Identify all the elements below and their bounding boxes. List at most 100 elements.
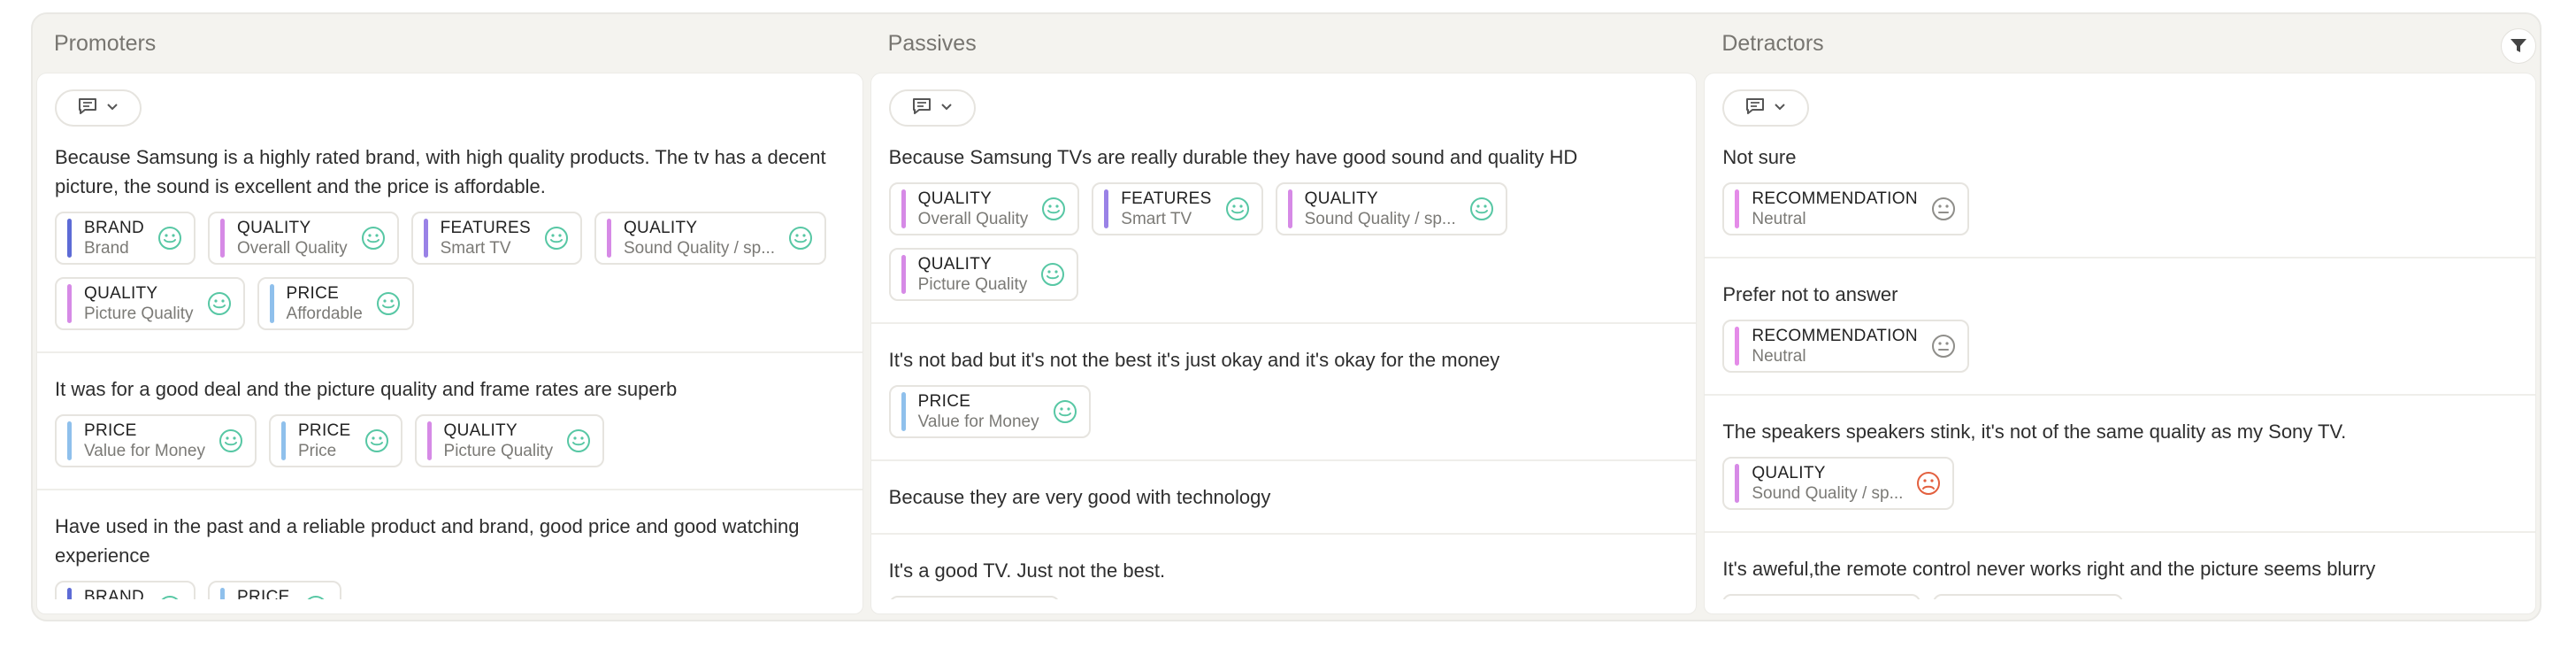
- tag-text: QUALITY Picture Quality: [918, 254, 1028, 295]
- positive-face-icon: [218, 428, 244, 454]
- tag-text: BRANDBrand: [84, 587, 144, 599]
- theme-tag[interactable]: QUALITY Sound Quality / sp...: [1275, 182, 1507, 235]
- response-entry[interactable]: It's aweful,the remote control never wor…: [1705, 533, 2535, 599]
- tag-text: RECOMMENDATION Neutral: [1752, 189, 1918, 229]
- theme-tag[interactable]: FEATURESRemote Control: [1722, 594, 1921, 599]
- theme-tag[interactable]: FEATURES: [888, 596, 1061, 599]
- response-entry[interactable]: Because Samsung TVs are really durable t…: [870, 127, 1697, 324]
- tag-list: BRANDBrand PRICEPrice: [55, 581, 845, 599]
- theme-tag[interactable]: QUALITYPicture Quality: [888, 248, 1079, 301]
- tag-color-bar: [67, 421, 72, 460]
- tag-subcategory: Sound Quality / sp...: [1752, 484, 1904, 503]
- response-entry[interactable]: It was for a good deal and the picture q…: [37, 353, 862, 490]
- positive-face-icon: [1468, 196, 1495, 222]
- tag-subcategory: Brand: [84, 239, 129, 258]
- theme-tag[interactable]: QUALITYPicture Quality: [55, 277, 245, 330]
- tag-category: QUALITY: [1304, 189, 1379, 208]
- theme-tag[interactable]: PRICE Price: [268, 414, 402, 467]
- column-panel[interactable]: Because Samsung TVs are really durable t…: [870, 73, 1698, 614]
- theme-tag[interactable]: PRICE Value for Money: [55, 414, 257, 467]
- positive-face-icon: [157, 594, 183, 599]
- tag-subcategory: Smart TV: [440, 239, 511, 258]
- comment-filter-button[interactable]: [888, 89, 976, 127]
- tag-category: QUALITY: [623, 219, 698, 237]
- positive-face-icon: [206, 290, 233, 317]
- tag-color-bar: [1735, 464, 1740, 503]
- tag-color-bar: [280, 421, 286, 460]
- comment-icon: [912, 97, 932, 120]
- tag-subcategory: Smart TV: [1121, 210, 1192, 228]
- response-text: Not sure: [1722, 146, 1797, 168]
- positive-face-icon: [375, 290, 402, 317]
- theme-tag[interactable]: QUALITY Overall Quality: [888, 182, 1080, 235]
- tag-text: FEATURES Smart TV: [441, 218, 531, 258]
- tag-color-bar: [67, 284, 72, 323]
- filter-icon[interactable]: [2501, 28, 2536, 64]
- theme-tag[interactable]: RECOMMENDATION Neutral: [1722, 182, 1969, 235]
- tag-subcategory: Neutral: [1752, 210, 1806, 228]
- response-entry[interactable]: Because they are very good with technolo…: [870, 461, 1697, 535]
- theme-tag[interactable]: BRANDBrand: [55, 581, 196, 599]
- theme-tag[interactable]: QUALITY Sound Quality / sp...: [1722, 457, 1955, 510]
- tag-category: PRICE: [297, 421, 351, 440]
- response-text: It was for a good deal and the picture q…: [55, 378, 678, 400]
- theme-tag[interactable]: FEATURES Smart TV: [410, 212, 582, 265]
- tag-text: PRICEPrice: [237, 587, 290, 599]
- theme-tag[interactable]: BRANDBrand: [55, 212, 196, 265]
- tag-color-bar: [220, 588, 226, 599]
- theme-tag[interactable]: QUALITY Overall Quality: [208, 212, 399, 265]
- tag-color-bar: [269, 284, 274, 323]
- tag-color-bar: [67, 588, 72, 599]
- theme-tag[interactable]: PRICE Value for Money: [888, 385, 1091, 438]
- response-text: It's a good TV. Just not the best.: [888, 559, 1166, 582]
- theme-tag[interactable]: RECOMMENDATION Neutral: [1722, 320, 1969, 373]
- tag-text: QUALITY Overall Quality: [918, 189, 1029, 229]
- tag-category: QUALITY: [237, 219, 311, 237]
- theme-tag[interactable]: FEATURES Smart TV: [1092, 182, 1263, 235]
- column-panel[interactable]: Not sure RECOMMENDATION Neutral Prefer not …: [1704, 73, 2536, 614]
- theme-tag[interactable]: PRICEPrice: [208, 581, 341, 599]
- tag-text: QUALITY Sound Quality / sp...: [1305, 189, 1456, 229]
- response-entry[interactable]: Not sure RECOMMENDATION Neutral: [1705, 127, 2535, 258]
- tag-category: QUALITY: [443, 421, 518, 440]
- nps-board: Promoters Because Samsung is a highly ra…: [31, 12, 2542, 621]
- theme-tag[interactable]: PRICE Affordable: [257, 277, 414, 330]
- response-entry[interactable]: The speakers speakers stink, it's not of…: [1705, 396, 2535, 533]
- tag-subcategory: Affordable: [286, 305, 363, 323]
- response-entry[interactable]: Have used in the past and a reliable pro…: [37, 490, 862, 599]
- response-entry[interactable]: Prefer not to answer RECOMMENDATION Neutra…: [1705, 258, 2535, 396]
- comment-filter-button[interactable]: [1722, 89, 1810, 127]
- tag-list: PRICE Value for Money PRICE Price QUALITY Pic…: [55, 414, 845, 467]
- positive-face-icon: [360, 225, 387, 251]
- response-entry[interactable]: Because Samsung is a highly rated brand,…: [37, 127, 862, 353]
- response-entry[interactable]: It's a good TV. Just not the best. FEATUR…: [871, 535, 1697, 599]
- tag-category: QUALITY: [84, 284, 158, 303]
- entries-list: Because Samsung is a highly rated brand,…: [37, 73, 862, 599]
- theme-tag[interactable]: QUALITYPicture Quality: [1933, 594, 2123, 599]
- response-text: Because Samsung TVs are really durable t…: [888, 146, 1578, 168]
- comment-icon: [1745, 97, 1765, 120]
- theme-tag[interactable]: QUALITY Sound Quality / sp...: [594, 212, 827, 265]
- response-text: Prefer not to answer: [1722, 283, 1898, 305]
- response-text: Have used in the past and a reliable pro…: [55, 515, 800, 567]
- comment-icon: [78, 97, 97, 120]
- column-title: Detractors: [1721, 30, 1824, 56]
- response-text: The speakers speakers stink, it's not of…: [1722, 420, 2347, 443]
- tag-subcategory: Price: [297, 442, 337, 460]
- column-detractors: Detractors Not sure RECOMMENDATION Neutral…: [1700, 14, 2540, 620]
- tag-text: PRICE Value for Money: [918, 391, 1039, 432]
- response-entry[interactable]: It's not bad but it's not the best it's …: [870, 324, 1697, 461]
- column-panel[interactable]: Because Samsung is a highly rated brand,…: [36, 73, 863, 614]
- chevron-down-icon: [1774, 100, 1786, 116]
- tag-subcategory: Overall Quality: [917, 210, 1029, 228]
- positive-face-icon: [1052, 398, 1078, 425]
- tag-category: PRICE: [84, 421, 137, 440]
- tag-color-bar: [220, 219, 226, 258]
- tag-list: BRAND Brand QUALITY Overall Quality FEATURES…: [55, 212, 845, 330]
- tag-text: QUALITY Picture Quality: [84, 283, 194, 324]
- tag-text: PRICE Value for Money: [84, 420, 205, 461]
- theme-tag[interactable]: QUALITYPicture Quality: [414, 414, 605, 467]
- comment-filter-button[interactable]: [55, 89, 142, 127]
- tag-text: QUALITY Sound Quality / sp...: [624, 218, 775, 258]
- tag-list: RECOMMENDATION Neutral: [1722, 182, 2518, 235]
